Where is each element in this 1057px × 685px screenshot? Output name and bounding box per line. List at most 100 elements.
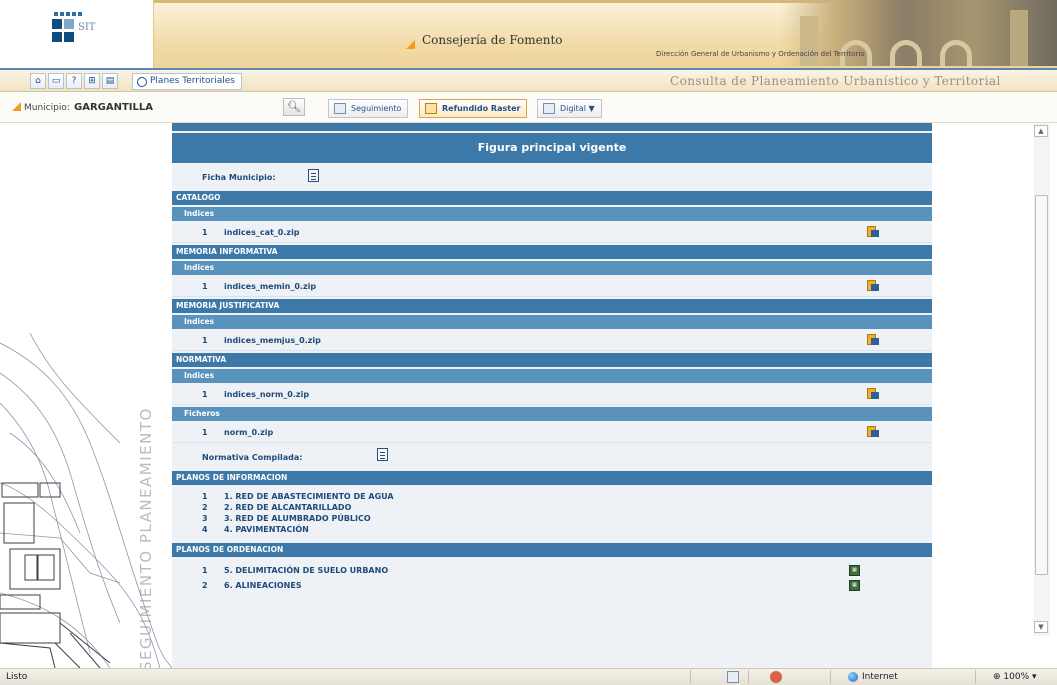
app-header: SIT Consejería de Fomento Dirección Gene… [0, 0, 1057, 68]
logo-text: SIT [78, 22, 96, 33]
normativa-compilada-label: Normativa Compilada: [202, 453, 303, 462]
ficha-municipio-row: Ficha Municipio: [172, 163, 932, 189]
status-bar: Listo Internet ⊕ 100% ▾ [0, 668, 1057, 685]
tab-digital[interactable]: Digital ▼ [537, 99, 602, 118]
help-icon[interactable]: ? [66, 73, 82, 89]
scroll-down-icon[interactable]: ▼ [1034, 621, 1048, 633]
section-catalogo: CATALOGO [172, 191, 932, 205]
download-icon[interactable] [867, 334, 879, 346]
document-icon [334, 103, 346, 114]
row-number: 1 [202, 492, 208, 501]
plano-link[interactable]: 3. RED DE ALUMBRADO PÚBLICO [224, 514, 371, 523]
list-item[interactable]: 3 3. RED DE ALUMBRADO PÚBLICO [172, 513, 932, 524]
row-number: 2 [202, 503, 208, 512]
tab-seguimiento[interactable]: Seguimiento [328, 99, 409, 118]
download-icon[interactable] [867, 280, 879, 292]
content-top-bar [172, 123, 932, 131]
digital-icon [543, 103, 555, 114]
file-row[interactable]: 1 indices_cat_0.zip [172, 221, 932, 243]
scroll-thumb[interactable] [1035, 195, 1048, 575]
direccion-general-text: Dirección General de Urbanismo y Ordenac… [656, 50, 865, 58]
section-planos-ordenacion: PLANOS DE ORDENACION [172, 543, 932, 557]
window-icon[interactable]: ▭ [48, 73, 64, 89]
dwf-file-icon[interactable]: ▦ [849, 565, 860, 576]
tab-refundido-label: Refundido Raster [442, 104, 521, 113]
file-link[interactable]: indices_cat_0.zip [224, 228, 300, 237]
planes-territoriales-label: Planes Territoriales [150, 76, 235, 86]
row-number: 2 [202, 581, 208, 590]
map-thumbnail [0, 333, 172, 668]
consejeria-title: Consejería de Fomento [422, 33, 563, 47]
download-icon[interactable] [867, 226, 879, 238]
row-number: 1 [202, 566, 208, 575]
list-item[interactable]: 2 2. RED DE ALCANTARILLADO [172, 502, 932, 513]
file-row[interactable]: 1 norm_0.zip [172, 421, 932, 443]
chevron-down-icon[interactable]: ▾ [1032, 672, 1037, 682]
section-planos-informacion: PLANOS DE INFORMACION [172, 471, 932, 485]
row-number: 1 [202, 282, 208, 291]
dwf-file-icon[interactable]: ▦ [849, 580, 860, 591]
zoom-level: 100% [1003, 672, 1030, 682]
file-link[interactable]: indices_norm_0.zip [224, 390, 309, 399]
subsection-indices: Indices [172, 207, 932, 221]
scroll-up-icon[interactable]: ▲ [1034, 125, 1048, 137]
tab-digital-label: Digital ▼ [560, 104, 595, 113]
zoom-icon: ⊕ [993, 672, 1001, 682]
plano-link[interactable]: 4. PAVIMENTACIÓN [224, 525, 309, 534]
file-row[interactable]: 1 indices_norm_0.zip [172, 383, 932, 405]
search-button[interactable]: 🔍︎ [283, 98, 305, 116]
figura-principal-header: Figura principal vigente [172, 133, 932, 163]
row-number: 1 [202, 228, 208, 237]
row-number: 1 [202, 428, 208, 437]
compilada-document-icon[interactable] [377, 448, 388, 461]
zone-indicator: Internet [848, 672, 898, 682]
main-toolbar: ⌂ ▭ ? ⊞ ▤ Planes Territoriales Consulta … [0, 68, 1057, 92]
section-memoria-informativa: MEMORIA INFORMATIVA [172, 245, 932, 259]
zoom-control[interactable]: ⊕ 100% ▾ [993, 672, 1037, 682]
print-icon[interactable]: ▤ [102, 73, 118, 89]
municipio-bar: Municipio: GARGANTILLA 🔍︎ Seguimiento Re… [0, 93, 1057, 123]
globe-icon [137, 76, 147, 87]
file-link[interactable]: norm_0.zip [224, 428, 273, 437]
list-item[interactable]: 1 1. RED DE ABASTECIMIENTO DE AGUA [172, 491, 932, 502]
tab-seguimiento-label: Seguimiento [351, 104, 402, 113]
list-item[interactable]: 4 4. PAVIMENTACIÓN [172, 524, 932, 535]
zone-text: Internet [862, 672, 898, 682]
logo-area: SIT [0, 0, 154, 68]
network-icon[interactable]: ⊞ [84, 73, 100, 89]
download-icon[interactable] [867, 426, 879, 438]
plano-link[interactable]: 1. RED DE ABASTECIMIENTO DE AGUA [224, 492, 394, 501]
home-icon[interactable]: ⌂ [30, 73, 46, 89]
file-link[interactable]: indices_memin_0.zip [224, 282, 316, 291]
section-memoria-justificativa: MEMORIA JUSTIFICATIVA [172, 299, 932, 313]
download-icon[interactable] [867, 388, 879, 400]
list-item[interactable]: 1 5. DELIMITACIÓN DE SUELO URBANO ▦ [172, 565, 932, 576]
content-panel: Figura principal vigente Ficha Municipio… [172, 123, 932, 668]
sit-logo[interactable]: SIT [52, 12, 104, 48]
subsection-indices: Indices [172, 369, 932, 383]
security-icon [770, 671, 782, 683]
normativa-compilada-row: Normativa Compilada: [172, 443, 932, 469]
plano-link[interactable]: 5. DELIMITACIÓN DE SUELO URBANO [224, 566, 388, 575]
plano-link[interactable]: 2. RED DE ALCANTARILLADO [224, 503, 351, 512]
ficha-municipio-label: Ficha Municipio: [202, 173, 276, 182]
file-row[interactable]: 1 indices_memjus_0.zip [172, 329, 932, 351]
row-number: 1 [202, 336, 208, 345]
file-link[interactable]: indices_memjus_0.zip [224, 336, 321, 345]
status-text: Listo [6, 672, 28, 682]
row-number: 4 [202, 525, 208, 534]
row-number: 1 [202, 390, 208, 399]
download-icon [425, 103, 437, 114]
orange-arrow-icon [406, 40, 415, 49]
list-item[interactable]: 2 6. ALINEACIONES ▦ [172, 580, 932, 591]
consulta-title: Consulta de Planeamiento Urbanístico y T… [670, 74, 1001, 88]
planes-territoriales-button[interactable]: Planes Territoriales [132, 73, 242, 90]
subsection-ficheros: Ficheros [172, 407, 932, 421]
municipio-value[interactable]: GARGANTILLA [74, 102, 153, 113]
tab-refundido-raster[interactable]: Refundido Raster [419, 99, 528, 118]
section-normativa: NORMATIVA [172, 353, 932, 367]
plano-link[interactable]: 6. ALINEACIONES [224, 581, 302, 590]
ficha-document-icon[interactable] [308, 169, 319, 182]
vertical-scrollbar[interactable]: ▲ ▼ [1034, 123, 1050, 636]
file-row[interactable]: 1 indices_memin_0.zip [172, 275, 932, 297]
